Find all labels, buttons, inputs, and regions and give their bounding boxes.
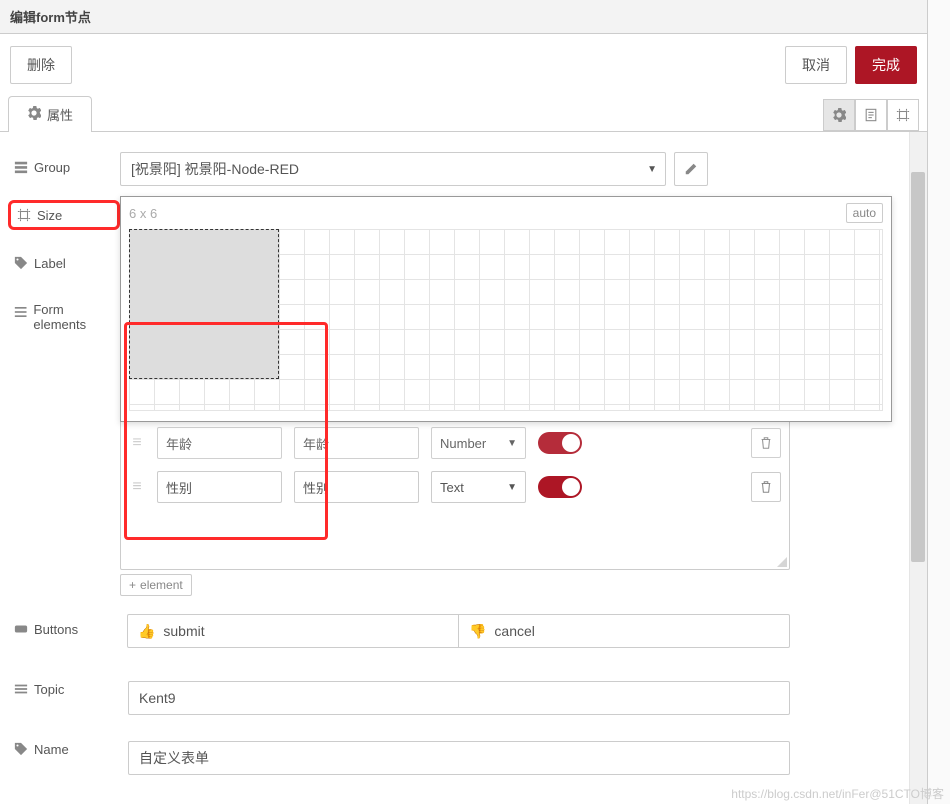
plus-icon: + bbox=[129, 578, 136, 592]
tab-action-gear[interactable] bbox=[823, 99, 855, 131]
name-input[interactable] bbox=[128, 741, 790, 775]
submit-button-input[interactable]: 👍 submit bbox=[128, 615, 458, 647]
tab-properties[interactable]: 属性 bbox=[8, 96, 92, 132]
element-delete-button[interactable] bbox=[751, 472, 781, 502]
element-label-input[interactable] bbox=[157, 471, 282, 503]
tabs-row: 属性 bbox=[0, 96, 927, 132]
size-popup: 6 x 6 auto bbox=[120, 196, 892, 422]
content-area: Group Size Label Form elements [祝景阳] 祝景阳… bbox=[0, 132, 927, 804]
label-size: Size bbox=[8, 200, 120, 230]
trash-icon bbox=[759, 480, 773, 494]
cancel-button-input[interactable]: 👎 cancel bbox=[458, 615, 789, 647]
grip-icon[interactable]: ≡ bbox=[129, 478, 145, 496]
cancel-button[interactable]: 取消 bbox=[785, 46, 847, 84]
grip-icon[interactable]: ≡ bbox=[129, 434, 145, 452]
pencil-icon bbox=[684, 162, 698, 176]
chevron-down-icon: ▼ bbox=[507, 482, 517, 493]
tray-header: 编辑form节点 bbox=[0, 0, 927, 34]
bars-icon bbox=[14, 682, 28, 696]
list-icon bbox=[14, 305, 27, 319]
topic-input[interactable] bbox=[128, 681, 790, 715]
tray-title: 编辑form节点 bbox=[10, 7, 917, 26]
size-icon bbox=[17, 208, 31, 222]
chevron-down-icon: ▼ bbox=[507, 438, 517, 449]
outer-gutter bbox=[928, 0, 950, 804]
scrollbar[interactable] bbox=[909, 132, 927, 804]
name-row: Name bbox=[120, 734, 790, 782]
topic-row: Topic bbox=[120, 674, 790, 722]
required-toggle[interactable] bbox=[538, 432, 582, 454]
element-name-input[interactable] bbox=[294, 427, 419, 459]
toolbar: 删除 取消 完成 bbox=[0, 34, 927, 96]
size-auto-button[interactable]: auto bbox=[846, 203, 883, 223]
done-button[interactable]: 完成 bbox=[855, 46, 917, 84]
size-grid[interactable] bbox=[129, 229, 883, 411]
label-label: Label bbox=[10, 248, 120, 278]
scrollbar-thumb[interactable] bbox=[911, 172, 925, 562]
label-group: Group bbox=[10, 152, 120, 182]
tab-properties-label: 属性 bbox=[47, 105, 73, 124]
resize-handle[interactable] bbox=[777, 557, 787, 567]
add-element-button[interactable]: + element bbox=[120, 574, 192, 596]
thumbs-up-icon: 👍 bbox=[138, 623, 155, 640]
element-row: ≡ Text ▼ bbox=[129, 465, 781, 509]
element-type-select[interactable]: Number ▼ bbox=[431, 427, 526, 459]
element-label-input[interactable] bbox=[157, 427, 282, 459]
label-form-elements: Form elements bbox=[10, 296, 120, 338]
element-row: ≡ Number ▼ bbox=[129, 421, 781, 465]
element-delete-button[interactable] bbox=[751, 428, 781, 458]
buttons-icon bbox=[14, 622, 28, 636]
label-name: Name bbox=[10, 734, 120, 764]
buttons-row: Buttons 👍 submit 👎 cancel bbox=[120, 614, 790, 662]
group-edit-button[interactable] bbox=[674, 152, 708, 186]
size-display: 6 x 6 bbox=[129, 206, 157, 221]
tag-icon bbox=[14, 256, 28, 270]
element-name-input[interactable] bbox=[294, 471, 419, 503]
delete-button[interactable]: 删除 bbox=[10, 46, 72, 84]
watermark: https://blog.csdn.net/inFer@51CTO博客 bbox=[731, 785, 944, 802]
group-select[interactable]: [祝景阳] 祝景阳-Node-RED ▼ bbox=[120, 152, 666, 186]
size-selection bbox=[129, 229, 279, 379]
tab-action-layout[interactable] bbox=[887, 99, 919, 131]
label-topic: Topic bbox=[10, 674, 120, 704]
tab-action-info[interactable] bbox=[855, 99, 887, 131]
element-type-select[interactable]: Text ▼ bbox=[431, 471, 526, 503]
gear-icon bbox=[27, 106, 41, 123]
group-row: [祝景阳] 祝景阳-Node-RED ▼ bbox=[120, 152, 708, 186]
thumbs-down-icon: 👎 bbox=[469, 623, 486, 640]
grid-icon bbox=[14, 160, 28, 174]
label-buttons: Buttons bbox=[10, 614, 119, 644]
required-toggle[interactable] bbox=[538, 476, 582, 498]
form-elements-list: ≡ Number ▼ ≡ bbox=[120, 416, 790, 570]
chevron-down-icon: ▼ bbox=[647, 164, 657, 175]
tag-icon bbox=[14, 742, 28, 756]
trash-icon bbox=[759, 436, 773, 450]
